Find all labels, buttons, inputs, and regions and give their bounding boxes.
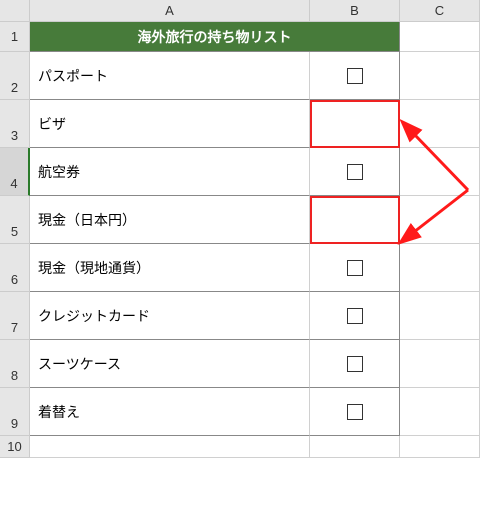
row-header-8[interactable]: 8 bbox=[0, 340, 30, 388]
row-4: 4 航空券 bbox=[0, 148, 500, 196]
item-label: 着替え bbox=[38, 402, 80, 422]
cell-c3[interactable] bbox=[400, 100, 480, 148]
item-cell[interactable]: 現金（日本円） bbox=[30, 196, 310, 244]
item-cell[interactable]: 航空券 bbox=[30, 148, 310, 196]
item-label: スーツケース bbox=[38, 354, 121, 374]
column-headers: A B C bbox=[30, 0, 500, 22]
checkbox-cell[interactable] bbox=[310, 340, 400, 388]
checkbox-cell[interactable] bbox=[310, 244, 400, 292]
row-header-3[interactable]: 3 bbox=[0, 100, 30, 148]
col-header-c[interactable]: C bbox=[400, 0, 480, 22]
checkbox-icon[interactable] bbox=[347, 308, 363, 324]
cell-c5[interactable] bbox=[400, 196, 480, 244]
item-cell[interactable]: 着替え bbox=[30, 388, 310, 436]
cell-c10[interactable] bbox=[400, 436, 480, 458]
cell-c2[interactable] bbox=[400, 52, 480, 100]
row-header-2[interactable]: 2 bbox=[0, 52, 30, 100]
cell-c4[interactable] bbox=[400, 148, 480, 196]
checkbox-cell[interactable] bbox=[310, 148, 400, 196]
row-header-5[interactable]: 5 bbox=[0, 196, 30, 244]
row-8: 8 スーツケース bbox=[0, 340, 500, 388]
item-label: 現金（日本円） bbox=[38, 210, 136, 230]
cell-c6[interactable] bbox=[400, 244, 480, 292]
row-header-6[interactable]: 6 bbox=[0, 244, 30, 292]
row-header-9[interactable]: 9 bbox=[0, 388, 30, 436]
item-cell[interactable]: パスポート bbox=[30, 52, 310, 100]
checkbox-icon[interactable] bbox=[347, 404, 363, 420]
row-9: 9 着替え bbox=[0, 388, 500, 436]
row-header-10[interactable]: 10 bbox=[0, 436, 30, 458]
row-10: 10 bbox=[0, 436, 500, 458]
row-5: 5 現金（日本円） bbox=[0, 196, 500, 244]
item-label: 航空券 bbox=[38, 162, 80, 182]
checkbox-icon[interactable] bbox=[347, 68, 363, 84]
select-all-corner[interactable] bbox=[0, 0, 30, 22]
cell-c8[interactable] bbox=[400, 340, 480, 388]
cell-c9[interactable] bbox=[400, 388, 480, 436]
item-label: ビザ bbox=[38, 114, 66, 134]
title-text: 海外旅行の持ち物リスト bbox=[138, 27, 292, 47]
item-cell[interactable]: スーツケース bbox=[30, 340, 310, 388]
checkbox-cell[interactable] bbox=[310, 196, 400, 244]
cell-b10[interactable] bbox=[310, 436, 400, 458]
checkbox-cell[interactable] bbox=[310, 388, 400, 436]
checkbox-cell[interactable] bbox=[310, 100, 400, 148]
row-6: 6 現金（現地通貨） bbox=[0, 244, 500, 292]
row-2: 2 パスポート bbox=[0, 52, 500, 100]
checkbox-cell[interactable] bbox=[310, 52, 400, 100]
row-header-7[interactable]: 7 bbox=[0, 292, 30, 340]
checkbox-icon[interactable] bbox=[347, 260, 363, 276]
checkbox-icon[interactable] bbox=[347, 356, 363, 372]
row-header-4[interactable]: 4 bbox=[0, 148, 30, 196]
col-header-a[interactable]: A bbox=[30, 0, 310, 22]
spreadsheet: A B C 1 海外旅行の持ち物リスト 2 パスポート 3 ビザ 4 航空券 5 現金（日本円… bbox=[0, 0, 500, 458]
item-cell[interactable]: 現金（現地通貨） bbox=[30, 244, 310, 292]
row-7: 7 クレジットカード bbox=[0, 292, 500, 340]
cell-c1[interactable] bbox=[400, 22, 480, 52]
col-header-b[interactable]: B bbox=[310, 0, 400, 22]
row-header-1[interactable]: 1 bbox=[0, 22, 30, 52]
item-cell[interactable]: クレジットカード bbox=[30, 292, 310, 340]
checkbox-icon[interactable] bbox=[347, 164, 363, 180]
title-cell[interactable]: 海外旅行の持ち物リスト bbox=[30, 22, 400, 52]
item-label: パスポート bbox=[38, 66, 108, 86]
cell-a10[interactable] bbox=[30, 436, 310, 458]
item-label: クレジットカード bbox=[38, 306, 150, 326]
item-cell[interactable]: ビザ bbox=[30, 100, 310, 148]
row-3: 3 ビザ bbox=[0, 100, 500, 148]
row-1: 1 海外旅行の持ち物リスト bbox=[0, 22, 500, 52]
cell-c7[interactable] bbox=[400, 292, 480, 340]
item-label: 現金（現地通貨） bbox=[38, 258, 150, 278]
checkbox-cell[interactable] bbox=[310, 292, 400, 340]
